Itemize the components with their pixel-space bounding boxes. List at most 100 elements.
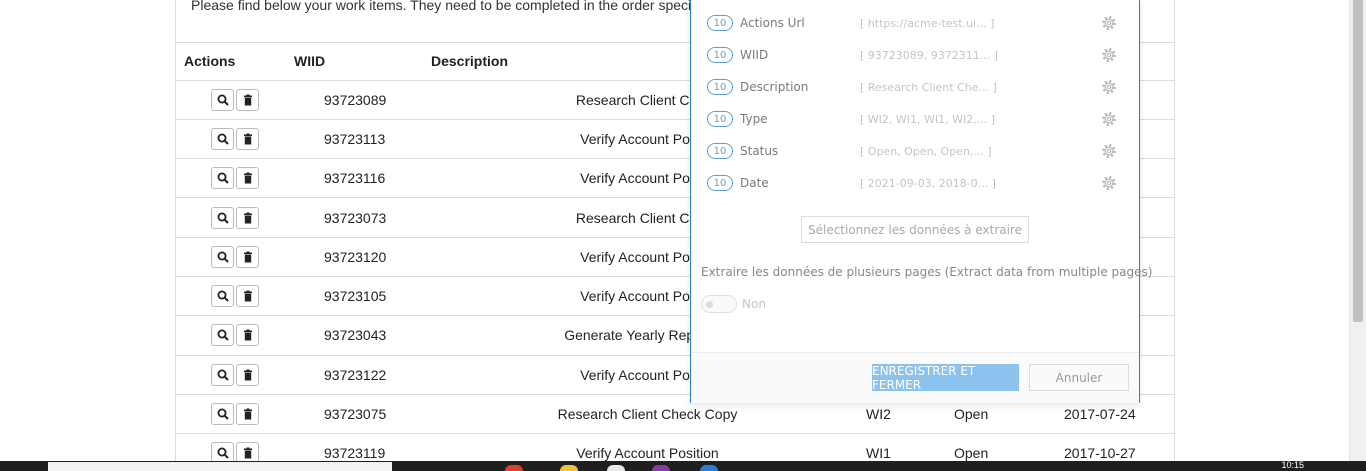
trash-icon — [243, 251, 252, 263]
search-icon — [217, 94, 229, 106]
field-row-status: 10 Status [ Open, Open, Open,... ] — [707, 141, 1123, 161]
gear-icon — [1102, 144, 1116, 158]
row-actions — [176, 80, 294, 120]
field-settings-button[interactable] — [1099, 13, 1119, 33]
save-and-close-button[interactable]: ENREGISTRER ET FERMER — [872, 364, 1019, 392]
search-icon — [217, 290, 229, 302]
gear-icon — [1102, 112, 1116, 126]
field-settings-button[interactable] — [1099, 109, 1119, 129]
search-icon — [217, 329, 229, 342]
row-actions — [176, 355, 294, 395]
work-items-page: Please find below your work items. They … — [0, 0, 1366, 471]
row-actions — [176, 119, 294, 160]
row-wiid: 93723089 — [294, 80, 431, 120]
count-badge: 10 — [707, 175, 733, 191]
select-data-button[interactable]: Sélectionnez les données à extraire — [801, 216, 1029, 243]
search-icon — [217, 408, 229, 420]
explorer-app-icon[interactable] — [560, 465, 578, 471]
field-settings-button[interactable] — [1099, 141, 1119, 161]
multi-page-label: Extraire les données de plusieurs pages … — [701, 265, 1153, 279]
delete-button[interactable] — [236, 206, 259, 229]
delete-button[interactable] — [236, 245, 259, 268]
field-name: Type — [740, 112, 768, 126]
gear-icon — [1102, 80, 1116, 94]
row-actions — [176, 276, 294, 317]
trash-icon — [243, 369, 252, 381]
taskbar-search-box[interactable] — [48, 462, 392, 471]
outlook-app-icon[interactable] — [700, 465, 718, 471]
row-wiid: 93723113 — [294, 119, 431, 160]
delete-button[interactable] — [236, 363, 259, 386]
view-button[interactable] — [211, 167, 234, 190]
cancel-button[interactable]: Annuler — [1029, 364, 1129, 391]
onenote-app-icon[interactable] — [652, 465, 670, 471]
view-button[interactable] — [211, 88, 234, 111]
view-button[interactable] — [211, 403, 234, 426]
delete-button[interactable] — [236, 403, 259, 426]
row-wiid: 93723043 — [294, 315, 431, 356]
view-button[interactable] — [211, 127, 234, 150]
field-name: WIID — [740, 48, 769, 62]
search-icon — [217, 447, 229, 460]
delete-button[interactable] — [236, 324, 259, 347]
row-wiid: 93723073 — [294, 197, 431, 238]
delete-button[interactable] — [236, 285, 259, 308]
search-icon — [217, 212, 229, 224]
search-icon — [217, 251, 229, 263]
vertical-scrollbar[interactable] — [1349, 0, 1366, 461]
delete-button[interactable] — [236, 127, 259, 150]
trash-icon — [243, 408, 252, 420]
view-button[interactable] — [211, 285, 234, 308]
view-button[interactable] — [211, 206, 234, 229]
row-wiid: 93723105 — [294, 276, 431, 317]
app-icon[interactable] — [607, 465, 625, 471]
field-row-actions-url: 10 Actions Url [ https://acme-test.ui...… — [707, 13, 1123, 33]
count-badge: 10 — [707, 111, 733, 127]
gear-icon — [1102, 176, 1116, 190]
trash-icon — [243, 133, 252, 145]
search-icon — [217, 172, 229, 184]
field-row-date: 10 Date [ 2021-09-03, 2018-0... ] — [707, 173, 1123, 193]
trash-icon — [243, 94, 252, 106]
row-actions — [176, 197, 294, 238]
column-header-wiid[interactable]: WIID — [294, 43, 431, 81]
field-preview: [ WI2, WI1, WI1, WI2,... ] — [860, 112, 996, 126]
row-actions — [176, 237, 294, 277]
field-settings-button[interactable] — [1099, 77, 1119, 97]
search-icon — [217, 369, 229, 381]
row-actions — [176, 158, 294, 199]
field-row-type: 10 Type [ WI2, WI1, WI1, WI2,... ] — [707, 109, 1123, 129]
chrome-app-icon[interactable] — [505, 465, 523, 471]
multi-page-toggle[interactable] — [701, 295, 737, 313]
field-name: Description — [740, 80, 809, 94]
gear-icon — [1102, 16, 1116, 30]
field-preview: [ https://acme-test.ui... ] — [860, 16, 995, 30]
delete-button[interactable] — [236, 88, 259, 111]
count-badge: 10 — [707, 47, 733, 63]
field-preview: [ 2021-09-03, 2018-0... ] — [860, 176, 996, 190]
taskbar: 10:15 — [0, 461, 1366, 471]
count-badge: 10 — [707, 79, 733, 95]
view-button[interactable] — [211, 363, 234, 386]
field-name: Status — [740, 144, 779, 158]
field-row-wiid: 10 WIID [ 93723089, 9372311... ] — [707, 45, 1123, 65]
row-actions — [176, 394, 294, 435]
scrollbar-thumb[interactable] — [1353, 0, 1363, 322]
row-wiid: 93723116 — [294, 158, 431, 199]
gear-icon — [1102, 48, 1116, 62]
field-name: Date — [740, 176, 769, 190]
extract-data-dialog: 10 Actions Url [ https://acme-test.ui...… — [690, 0, 1152, 403]
field-preview: [ 93723089, 9372311... ] — [860, 48, 999, 62]
row-wiid: 93723075 — [294, 394, 431, 435]
field-row-description: 10 Description [ Research Client Che... … — [707, 77, 1123, 97]
row-actions — [176, 315, 294, 356]
column-header-actions[interactable]: Actions — [176, 43, 294, 81]
row-wiid: 93723122 — [294, 355, 431, 395]
view-button[interactable] — [211, 245, 234, 268]
field-settings-button[interactable] — [1099, 45, 1119, 65]
trash-icon — [243, 212, 252, 224]
row-wiid: 93723120 — [294, 237, 431, 277]
delete-button[interactable] — [236, 167, 259, 190]
field-settings-button[interactable] — [1099, 173, 1119, 193]
view-button[interactable] — [211, 324, 234, 347]
